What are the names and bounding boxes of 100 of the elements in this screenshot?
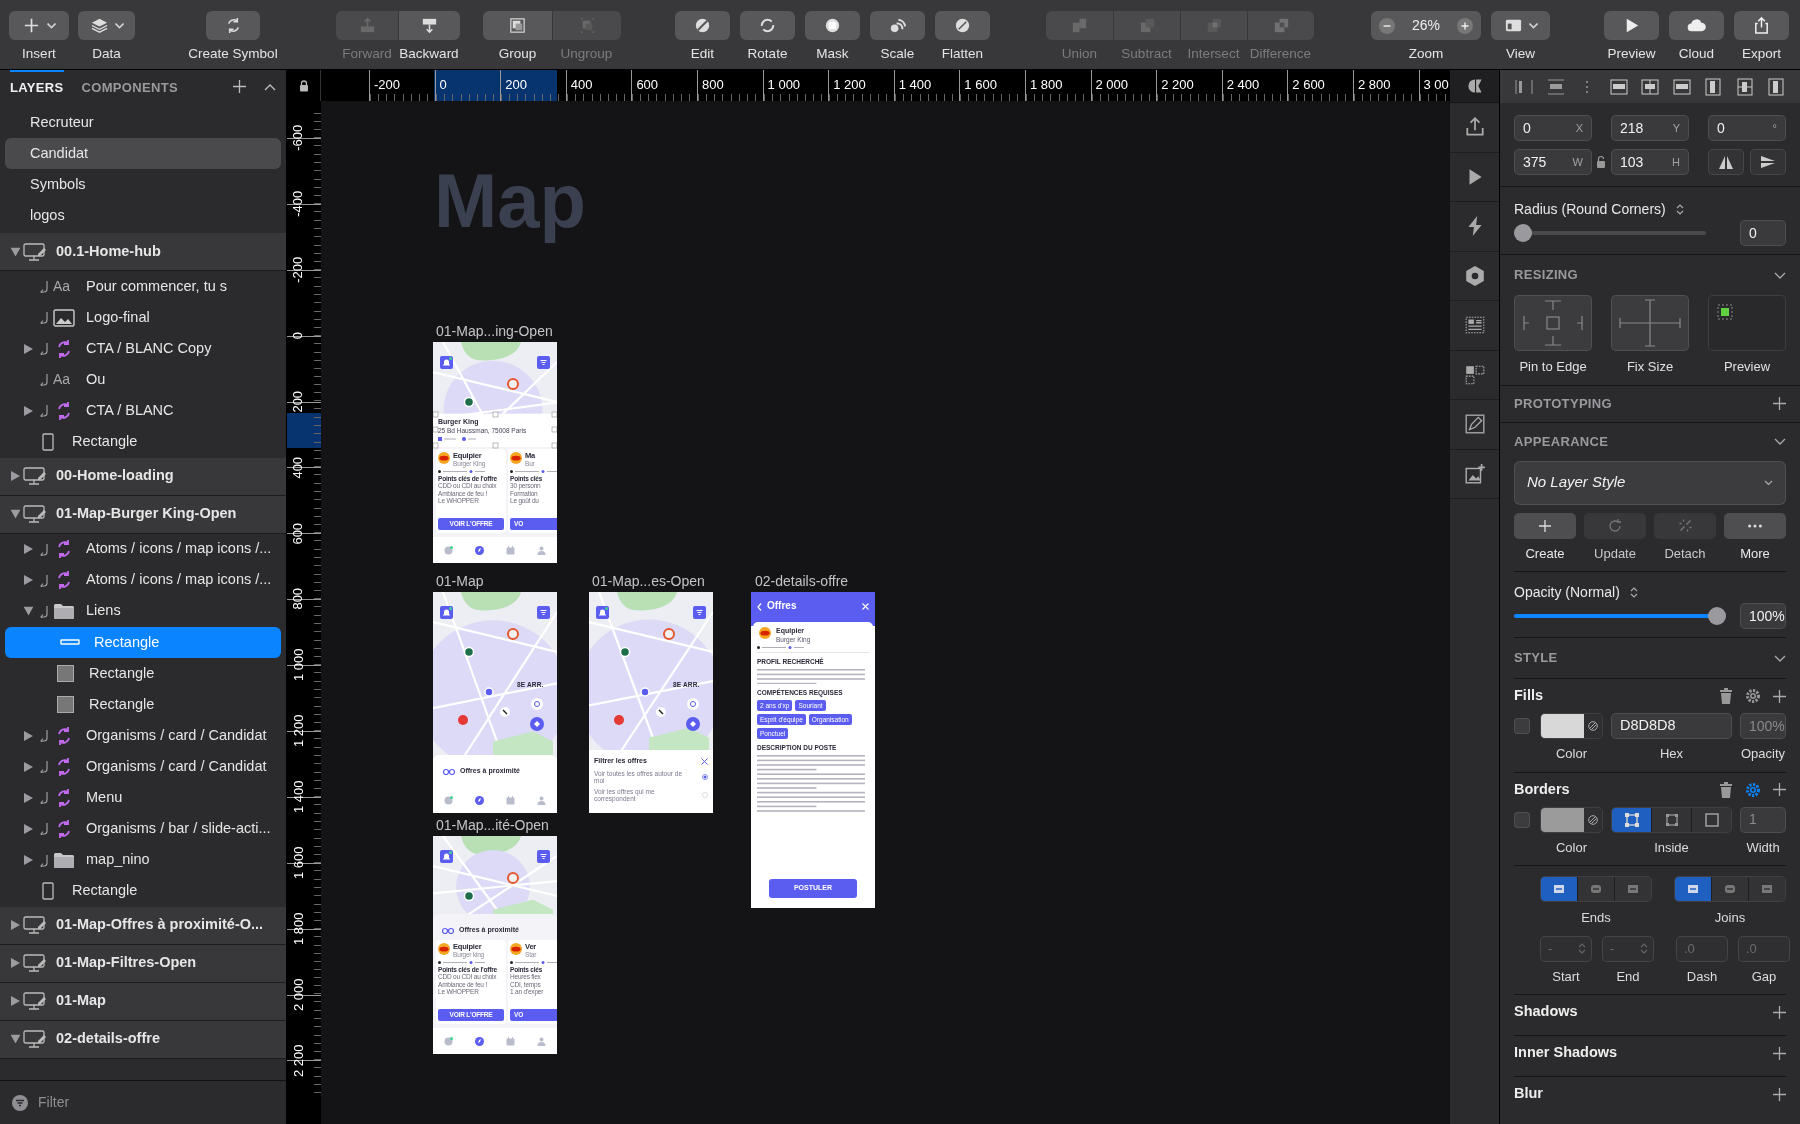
arrow-select[interactable]: - [1602,935,1654,962]
align-center-icon[interactable] [1640,76,1660,97]
checkbox[interactable] [1514,811,1530,828]
chevron-down-icon[interactable] [1774,271,1786,279]
disclosure-triangle-icon[interactable] [23,544,33,555]
layer-row[interactable]: Rectangle [5,626,281,658]
artboard-row[interactable]: 00.1-Home-hub [0,233,286,271]
checkbox[interactable] [1514,718,1530,734]
number-field[interactable]: 0 X [1514,115,1592,141]
layer-row[interactable]: Liens [0,595,286,627]
disclosure-triangle-icon[interactable] [23,792,33,803]
add-icon[interactable] [1773,1087,1786,1101]
layer-row[interactable]: Organisms / card / Candidat [0,751,286,783]
stepper-icon[interactable] [1629,586,1638,599]
toolbar-button[interactable] [805,11,860,40]
number-field[interactable]: 103 H [1611,149,1689,175]
disclosure-triangle-icon[interactable] [10,509,20,519]
disclosure-triangle-icon[interactable] [10,247,20,256]
layer-row[interactable]: Aa Ou [0,364,286,396]
layer-row[interactable]: CTA / BLANC [0,395,286,427]
line-cap-control[interactable] [1540,876,1652,902]
add-icon[interactable] [1773,1005,1786,1019]
artboard-row[interactable]: 00-Home-loading [0,457,286,496]
toolbar-button[interactable] [870,11,925,40]
toolbar-button[interactable] [78,11,135,40]
color-well[interactable] [1540,806,1603,833]
distribute-vertical-icon[interactable] [1545,76,1566,97]
arrow-select[interactable]: - [1540,935,1592,962]
number-field[interactable]: 218 Y [1611,115,1689,141]
toolbar-button[interactable] [740,11,795,40]
align-top-icon[interactable] [1703,76,1723,97]
select-frame-icon[interactable] [1463,363,1486,386]
add-icon[interactable] [1773,1046,1786,1060]
edit-frame-icon[interactable] [1463,413,1486,436]
style-action-button[interactable] [1514,512,1576,539]
disclosure-triangle-icon[interactable] [23,405,33,416]
hex-field[interactable]: D8D8D8 [1611,713,1732,739]
panel-tab[interactable]: LAYERS [10,70,64,103]
layer-row[interactable]: Rectangle [0,875,286,907]
disclosure-triangle-icon[interactable] [10,958,20,969]
artboard-row[interactable]: 01-Map [0,982,286,1021]
border-position-control[interactable] [1611,806,1732,833]
toolbar-button[interactable] [206,11,260,40]
artboard-row[interactable]: 01-Map-Burger King-Open [0,495,286,534]
artboard-row[interactable]: 02-details-offre [0,1020,286,1059]
collapse-icon[interactable] [264,82,276,91]
layer-row[interactable]: Aa Pour commencer, tu s [0,271,286,303]
trash-icon[interactable] [1719,688,1733,704]
layer-style-dropdown[interactable]: No Layer Style [1514,460,1786,505]
filter-icon[interactable] [12,1094,28,1111]
disclosure-triangle-icon[interactable] [23,730,33,741]
number-field[interactable]: 100% [1740,603,1786,629]
layer-row[interactable]: Menu [0,782,286,814]
toolbar-button[interactable] [935,11,990,40]
artboard-label[interactable]: 01-Map...ité-Open [436,815,549,836]
align-right-icon[interactable] [1671,76,1692,97]
toolbar-button[interactable] [1734,11,1789,40]
toolbar-button[interactable] [1604,11,1659,40]
page-item[interactable]: Candidat [5,138,281,169]
lock-icon[interactable] [298,79,309,92]
chevron-down-icon[interactable] [1774,438,1786,445]
disclosure-triangle-icon[interactable] [23,343,33,354]
disclosure-triangle-icon[interactable] [10,996,20,1007]
toolbar-button[interactable] [398,11,460,40]
artboard-label[interactable]: 01-Map...es-Open [592,571,705,592]
layer-row[interactable]: CTA / BLANC Copy [0,333,286,365]
number-field[interactable]: 0 [1740,220,1786,246]
disclosure-triangle-icon[interactable] [23,823,33,834]
add-icon[interactable] [1773,783,1786,796]
align-bottom-icon[interactable] [1766,76,1786,97]
line-cap-button[interactable] [1577,877,1614,901]
disclosure-triangle-icon[interactable] [10,471,20,482]
flip-horizontal-button[interactable] [1708,149,1744,175]
number-field[interactable]: 375 W [1514,149,1592,175]
artboard-label[interactable]: 01-Map...ing-Open [436,321,553,342]
artboard-row[interactable]: 01-Map-Offres à proximité-O... [0,906,286,945]
toolbar-button[interactable] [1669,11,1724,40]
disclosure-triangle-icon[interactable] [10,920,20,931]
toolbar-button[interactable] [9,11,69,40]
align-left-icon[interactable] [1608,76,1629,97]
slider[interactable] [1514,607,1726,625]
line-join-button[interactable] [1711,877,1748,901]
filter-field[interactable]: Filter [38,1092,238,1113]
layer-row[interactable]: Rectangle [0,657,286,690]
layer-row[interactable]: Organisms / bar / slide-acti... [0,813,286,845]
toolbar-button[interactable] [675,11,730,40]
zoom-control[interactable]: 26% [1371,11,1481,40]
line-join-button[interactable] [1748,877,1785,901]
line-join-button[interactable] [1675,877,1711,901]
disclosure-triangle-icon[interactable] [23,855,33,866]
stepper-icon[interactable] [1675,203,1684,216]
chevron-down-icon[interactable] [1774,654,1786,662]
layer-row[interactable]: Rectangle [0,426,286,458]
slider[interactable] [1514,224,1706,242]
artboard-label[interactable]: 02-details-offre [755,571,849,592]
layer-row[interactable]: Logo-final [0,302,286,334]
color-well[interactable] [1540,713,1603,739]
disclosure-triangle-icon[interactable] [10,1034,20,1044]
disclosure-triangle-icon[interactable] [23,761,33,772]
page-item[interactable]: logos [5,200,281,231]
